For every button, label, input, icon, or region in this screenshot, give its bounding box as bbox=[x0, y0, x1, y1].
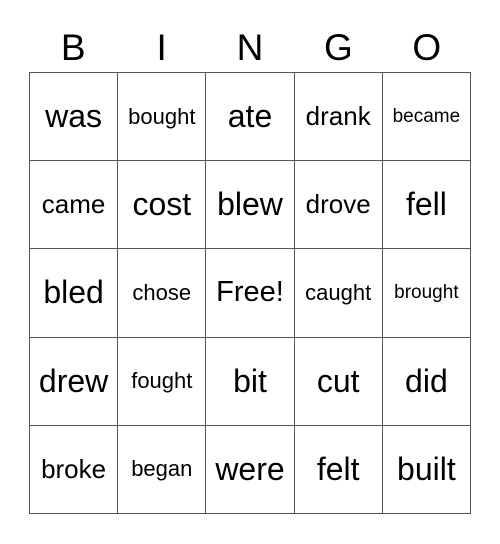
bingo-cell: caught bbox=[294, 249, 383, 338]
bingo-cell: drank bbox=[294, 73, 383, 162]
header-letter: I bbox=[156, 27, 167, 68]
bingo-cell: broke bbox=[30, 425, 119, 514]
bingo-cell: ate bbox=[206, 73, 295, 162]
bingo-header: B I N G O bbox=[29, 28, 471, 68]
bingo-cell: felt bbox=[294, 425, 383, 514]
bingo-cell: built bbox=[382, 425, 471, 514]
header-letter: G bbox=[323, 27, 353, 68]
bingo-cell: blew bbox=[206, 161, 295, 250]
bingo-cell: was bbox=[30, 73, 119, 162]
bingo-cell: began bbox=[118, 425, 207, 514]
bingo-grid: was bought ate drank became came cost bl… bbox=[29, 72, 471, 514]
bingo-cell: fought bbox=[118, 337, 207, 426]
bingo-cell: fell bbox=[382, 161, 471, 250]
header-letter: O bbox=[412, 27, 442, 68]
bingo-cell: brought bbox=[382, 249, 471, 338]
bingo-cell: drew bbox=[30, 337, 119, 426]
bingo-cell: came bbox=[30, 161, 119, 250]
header-letter: N bbox=[236, 27, 264, 68]
header-letter: B bbox=[60, 27, 86, 68]
bingo-cell: cost bbox=[118, 161, 207, 250]
free-space-cell: Free! bbox=[206, 249, 295, 338]
bingo-cell: became bbox=[382, 73, 471, 162]
bingo-cell: drove bbox=[294, 161, 383, 250]
bingo-cell: were bbox=[206, 425, 295, 514]
bingo-cell: bled bbox=[30, 249, 119, 338]
bingo-cell: cut bbox=[294, 337, 383, 426]
bingo-cell: bit bbox=[206, 337, 295, 426]
bingo-cell: bought bbox=[118, 73, 207, 162]
bingo-cell: did bbox=[382, 337, 471, 426]
bingo-cell: chose bbox=[118, 249, 207, 338]
